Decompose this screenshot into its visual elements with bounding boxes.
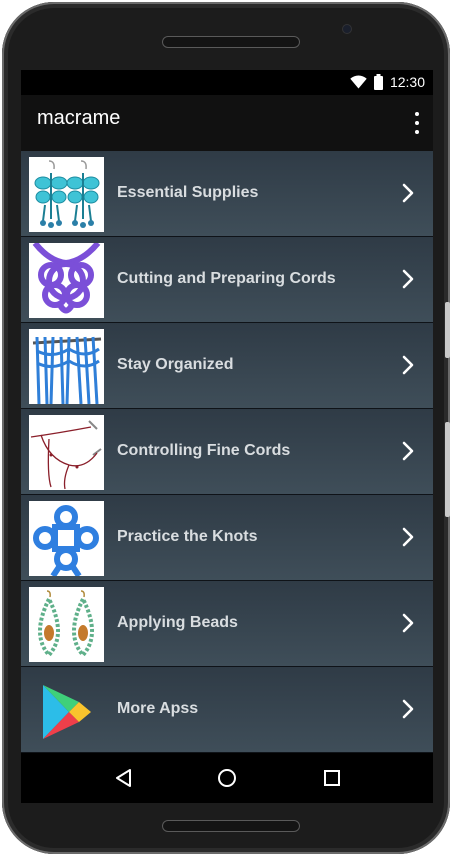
app-title: macrame <box>37 107 121 129</box>
app-bar: macrame <box>21 95 433 151</box>
beaded-earrings-thumbnail <box>29 587 104 662</box>
screen: 12:30 macrame Essential Supplies Cutting… <box>21 70 433 803</box>
chevron-right-icon <box>402 527 414 547</box>
power-button <box>445 302 450 358</box>
wifi-icon <box>350 75 367 89</box>
fine-cords-thumbnail <box>29 415 104 490</box>
status-bar: 12:30 <box>21 70 433 95</box>
home-icon[interactable] <box>216 767 238 789</box>
chevron-right-icon <box>402 355 414 375</box>
list-item-label: More Apss <box>117 700 199 717</box>
chevron-right-icon <box>402 613 414 633</box>
list-item-practice-knots[interactable]: Practice the Knots <box>21 495 433 581</box>
list-item-label: Practice the Knots <box>117 528 258 545</box>
list-item-applying-beads[interactable]: Applying Beads <box>21 581 433 667</box>
chevron-right-icon <box>402 269 414 289</box>
list-item-controlling-fine-cords[interactable]: Controlling Fine Cords <box>21 409 433 495</box>
status-time: 12:30 <box>389 74 425 90</box>
topic-list: Essential Supplies Cutting and Preparing… <box>21 151 433 753</box>
chevron-right-icon <box>402 183 414 203</box>
blue-knot-thumbnail <box>29 501 104 576</box>
front-camera <box>342 24 352 34</box>
list-item-label: Applying Beads <box>117 614 238 631</box>
list-item-cutting-preparing-cords[interactable]: Cutting and Preparing Cords <box>21 237 433 323</box>
list-item-label: Essential Supplies <box>117 184 259 201</box>
back-icon[interactable] <box>113 767 135 789</box>
list-item-label: Controlling Fine Cords <box>117 442 291 459</box>
phone-frame: 12:30 macrame Essential Supplies Cutting… <box>2 2 450 854</box>
list-item-more-apps[interactable]: More Apss <box>21 667 433 753</box>
overflow-menu-icon[interactable] <box>413 112 421 134</box>
list-item-label: Cutting and Preparing Cords <box>117 270 336 287</box>
chevron-right-icon <box>402 699 414 719</box>
purple-knot-thumbnail <box>29 243 104 318</box>
list-item-label: Stay Organized <box>117 356 234 373</box>
battery-icon <box>373 74 383 90</box>
list-item-essential-supplies[interactable]: Essential Supplies <box>21 151 433 237</box>
play-store-icon <box>43 685 91 739</box>
volume-button <box>445 422 450 517</box>
top-speaker <box>162 36 300 48</box>
bottom-speaker <box>162 820 300 832</box>
list-item-stay-organized[interactable]: Stay Organized <box>21 323 433 409</box>
recents-icon[interactable] <box>321 767 343 789</box>
blue-cords-thumbnail <box>29 329 104 404</box>
navigation-bar <box>21 753 433 803</box>
chevron-right-icon <box>402 441 414 461</box>
earrings-thumbnail <box>29 157 104 232</box>
